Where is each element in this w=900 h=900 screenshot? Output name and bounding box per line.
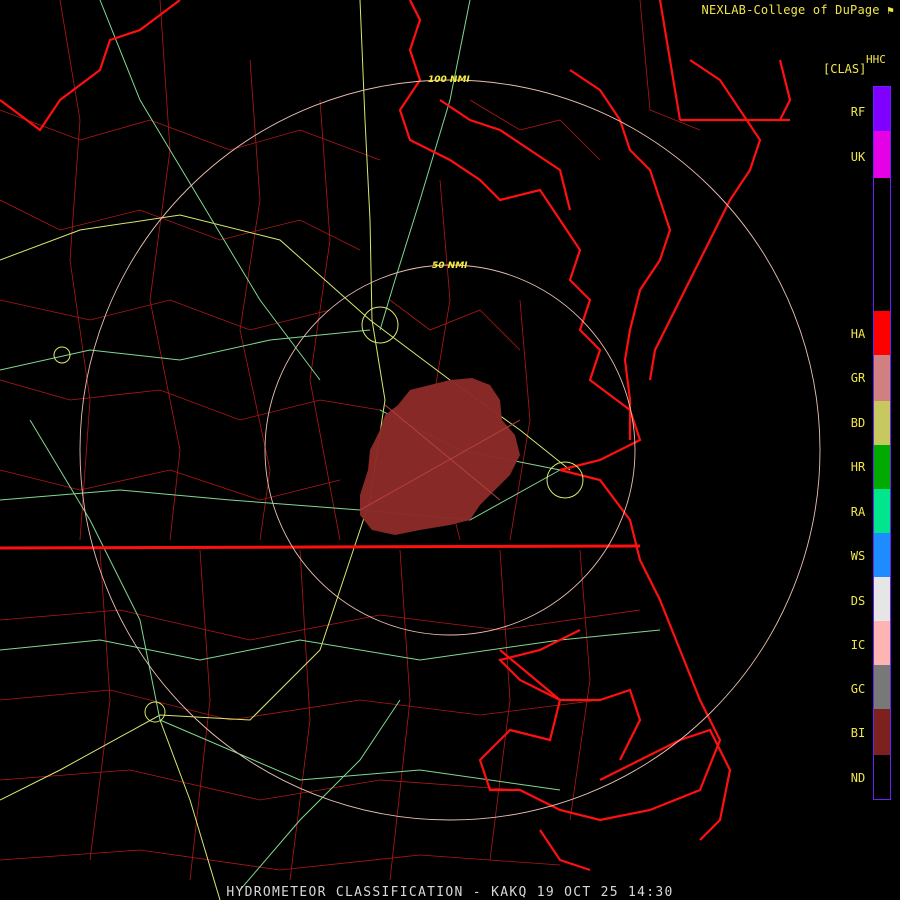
- swatch-uk: [874, 131, 890, 178]
- swatch-hr: [874, 445, 890, 489]
- product-unit: [CLAS]: [823, 62, 867, 76]
- product-title: HYDROMETEOR CLASSIFICATION - KAKQ 19 OCT…: [226, 885, 674, 900]
- legend-color-bar: [873, 86, 891, 800]
- legend-label-hr: HR: [850, 460, 866, 474]
- state-border: [0, 544, 641, 550]
- legend-label-bi: BI: [850, 726, 866, 740]
- swatch-rf: [874, 87, 890, 131]
- legend-label-rf: RF: [850, 105, 866, 119]
- legend-label-ds: DS: [850, 594, 866, 608]
- swatch-ws: [874, 533, 890, 577]
- legend-label-gc: GC: [850, 682, 866, 696]
- swatch-ic: [874, 621, 890, 665]
- legend-label-ic: IC: [850, 638, 866, 652]
- radar-map[interactable]: 100 NMI 50 NMI: [0, 0, 900, 900]
- swatch-gr: [874, 355, 890, 401]
- legend-label-gr: GR: [850, 371, 866, 385]
- legend-label-ra: RA: [850, 505, 866, 519]
- legend-label-uk: UK: [850, 150, 866, 164]
- credit-label: NEXLAB-College of DuPage ⚑: [701, 3, 894, 17]
- swatch-bd: [874, 401, 890, 445]
- flag-icon: ⚑: [887, 4, 894, 17]
- highways: [0, 0, 661, 900]
- swatch-ha: [874, 311, 890, 355]
- swatch-ra: [874, 489, 890, 533]
- legend-label-ha: HA: [850, 327, 866, 341]
- product-code: HHC: [866, 53, 886, 66]
- legend-label-bd: BD: [850, 416, 866, 430]
- range-ring-label-100: 100 NMI: [428, 75, 470, 85]
- range-ring-label-50: 50 NMI: [432, 261, 468, 271]
- swatch-ds: [874, 577, 890, 621]
- swatch-gc: [874, 665, 890, 709]
- swatch-bi: [874, 709, 890, 755]
- county-lines: [0, 0, 701, 881]
- legend-label-nd: ND: [850, 771, 866, 785]
- legend-label-ws: WS: [850, 549, 866, 563]
- radar-echo-region: [360, 378, 520, 535]
